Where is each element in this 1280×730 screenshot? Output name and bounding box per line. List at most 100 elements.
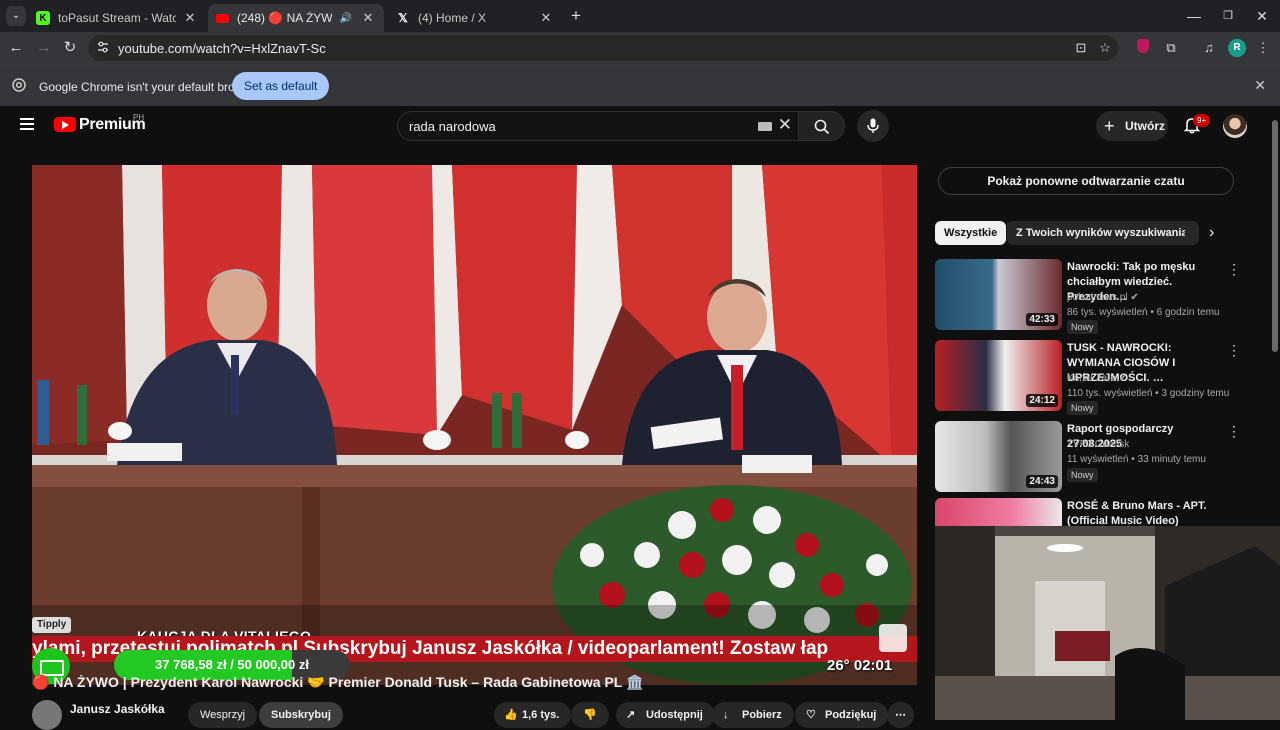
thanks-icon: ♡	[806, 709, 816, 721]
back-icon[interactable]: ←	[6, 38, 26, 58]
download-button[interactable]: ↓ Pobierz	[712, 702, 794, 728]
bookmark-star-icon[interactable]: ☆	[1096, 39, 1114, 57]
clear-search-icon[interactable]: ✕	[778, 115, 792, 135]
channel-name[interactable]: Janusz Jaskółka	[70, 702, 165, 716]
more-actions-button[interactable]: ⋯	[887, 702, 914, 728]
thumbs-up-icon: 👍	[504, 709, 518, 721]
show-chat-replay-button[interactable]: Pokaż ponowne odtwarzanie czatu	[938, 167, 1234, 195]
close-window-icon[interactable]: ✕	[1252, 6, 1272, 26]
recommendation-channel: polsatnews.pl ✔	[1067, 292, 1139, 303]
chip-more[interactable]	[1185, 221, 1199, 245]
new-tab-button[interactable]: +	[566, 6, 586, 26]
reload-icon[interactable]: ↻	[60, 38, 80, 58]
voice-search-button[interactable]	[857, 110, 889, 142]
media-controls-icon[interactable]: ♫	[1200, 39, 1218, 57]
thumbs-down-icon: 👎	[583, 709, 597, 721]
browser-toolbar: ← → ↻ youtube.com/watch?v=HxlZnavT-Sc ⊡ …	[0, 32, 1280, 64]
new-badge: Nowy	[1067, 320, 1098, 334]
video-title: 🔴 NA ŻYWO | Prezydent Karol Nawrocki 🤝 P…	[32, 674, 644, 690]
sidebar-scrollbar[interactable]	[1272, 120, 1278, 352]
close-infobar-icon[interactable]: ✕	[1254, 77, 1266, 94]
install-app-icon[interactable]: ⊡	[1072, 39, 1090, 57]
browser-tab-kick[interactable]: K toPasut Stream - Watch Live on ✕	[28, 4, 206, 32]
video-thumbnail[interactable]: 24:43	[935, 421, 1062, 492]
recommendation-item[interactable]: 42:33 Nawrocki: Tak po męsku chciałbym w…	[935, 259, 1275, 334]
chrome-icon	[12, 78, 26, 92]
tab-title: toPasut Stream - Watch Live on	[58, 11, 176, 25]
account-avatar[interactable]	[1223, 114, 1247, 138]
plus-icon: +	[1104, 116, 1115, 136]
video-frame	[32, 165, 917, 685]
restore-icon[interactable]: ❐	[1218, 6, 1238, 26]
forward-icon[interactable]: →	[34, 38, 54, 58]
keyboard-icon[interactable]	[758, 122, 772, 131]
hamburger-menu-icon[interactable]	[20, 118, 34, 130]
ublock-extension-icon[interactable]	[1134, 39, 1152, 57]
recommendation-title: ROSÉ & Bruno Mars - APT. (Official Music…	[1067, 500, 1207, 526]
duration-badge: 24:12	[1026, 394, 1058, 407]
support-button[interactable]: Wesprzyj	[188, 702, 258, 728]
channel-avatar[interactable]	[32, 700, 62, 730]
verified-icon: ✔	[1130, 292, 1139, 303]
recommendation-item[interactable]: 24:12 TUSK - NAWROCKI: WYMIANA CIOSÓW I …	[935, 340, 1275, 415]
close-tab-icon[interactable]: ✕	[360, 10, 376, 26]
video-thumbnail[interactable]: 42:33	[935, 259, 1062, 330]
duration-badge: 42:33	[1026, 313, 1058, 326]
video-thumbnail[interactable]	[935, 498, 1062, 526]
youtube-icon	[216, 13, 229, 23]
download-icon: ↓	[723, 709, 729, 721]
minimize-icon[interactable]: —	[1184, 6, 1204, 26]
url-text: youtube.com/watch?v=HxlZnavT-Sc	[118, 41, 326, 56]
recommendation-channel: TVP3 Gdańsk	[1067, 439, 1130, 450]
profile-avatar[interactable]: R	[1228, 39, 1246, 57]
chip-all[interactable]: Wszystkie	[935, 221, 1007, 245]
close-tab-icon[interactable]: ✕	[182, 10, 198, 26]
x-icon: 𝕏	[398, 11, 408, 25]
browser-tab-x[interactable]: 𝕏 (4) Home / X ✕	[388, 4, 562, 32]
webcam-overlay	[935, 526, 1280, 720]
browser-tab-strip: ⌄ K toPasut Stream - Watch Live on ✕ (24…	[0, 0, 1280, 32]
more-options-icon[interactable]: ⋮	[1227, 261, 1241, 278]
recommendation-meta: 110 tys. wyświetleń • 3 godziny temu	[1067, 388, 1230, 399]
chip-from-search[interactable]: Z Twoich wyników wyszukiwania	[1007, 221, 1197, 245]
share-button[interactable]: ↗ Udostępnij	[616, 702, 715, 728]
video-thumbnail[interactable]: 24:12	[935, 340, 1062, 411]
tipply-badge: Tipply	[32, 617, 72, 633]
download-label: Pobierz	[742, 709, 782, 721]
youtube-logo-icon[interactable]	[54, 117, 76, 132]
stream-logo-icon	[879, 624, 907, 652]
tab-search-button[interactable]: ⌄	[6, 6, 26, 26]
chevron-right-icon[interactable]: ›	[1209, 224, 1214, 242]
dislike-button[interactable]: 👎	[571, 702, 609, 728]
close-tab-icon[interactable]: ✕	[538, 10, 554, 26]
set-as-default-button[interactable]: Set as default	[232, 72, 330, 100]
recommendation-meta: 86 tys. wyświetleń • 6 godzin temu	[1067, 307, 1220, 318]
chrome-menu-icon[interactable]: ⋮	[1254, 39, 1272, 57]
browser-tab-youtube[interactable]: (248) 🔴 NA ŻYWO | Prezyd 🔊 ✕	[208, 4, 384, 32]
new-badge: Nowy	[1067, 401, 1098, 415]
address-bar[interactable]: youtube.com/watch?v=HxlZnavT-Sc	[88, 35, 1118, 61]
extensions-puzzle-icon[interactable]: ⧉	[1162, 39, 1180, 57]
subscribe-button[interactable]: Subskrybuj	[259, 702, 343, 728]
more-options-icon[interactable]: ⋮	[1227, 342, 1241, 359]
create-button[interactable]: + Utwórz	[1096, 111, 1168, 141]
notification-count-badge: 9+	[1193, 114, 1211, 127]
thanks-label: Podziękuj	[825, 709, 877, 721]
new-badge: Nowy	[1067, 468, 1098, 482]
like-button[interactable]: 👍 1,6 tys.	[494, 702, 572, 728]
search-query: rada narodowa	[409, 119, 496, 134]
thanks-button[interactable]: ♡ Podziękuj	[795, 702, 889, 728]
weather-clock: 26° 02:01	[827, 657, 893, 674]
video-player[interactable]	[32, 165, 917, 685]
recommendation-item[interactable]: ROSÉ & Bruno Mars - APT. (Official Music…	[935, 498, 1275, 526]
create-label: Utwórz	[1125, 119, 1165, 133]
recommendation-item[interactable]: 24:43 Raport gospodarczy 27.08.2025 TVP3…	[935, 421, 1275, 495]
site-info-icon[interactable]	[96, 40, 110, 54]
speaker-icon[interactable]: 🔊	[338, 13, 354, 24]
search-input[interactable]: rada narodowa ✕	[397, 111, 799, 141]
duration-badge: 24:43	[1026, 475, 1058, 488]
more-options-icon[interactable]: ⋮	[1227, 423, 1241, 440]
tab-title: (4) Home / X	[418, 11, 487, 25]
channel-row: Janusz Jaskółka Wesprzyj Subskrybuj 👍 1,…	[32, 700, 917, 730]
search-button[interactable]	[799, 111, 845, 141]
